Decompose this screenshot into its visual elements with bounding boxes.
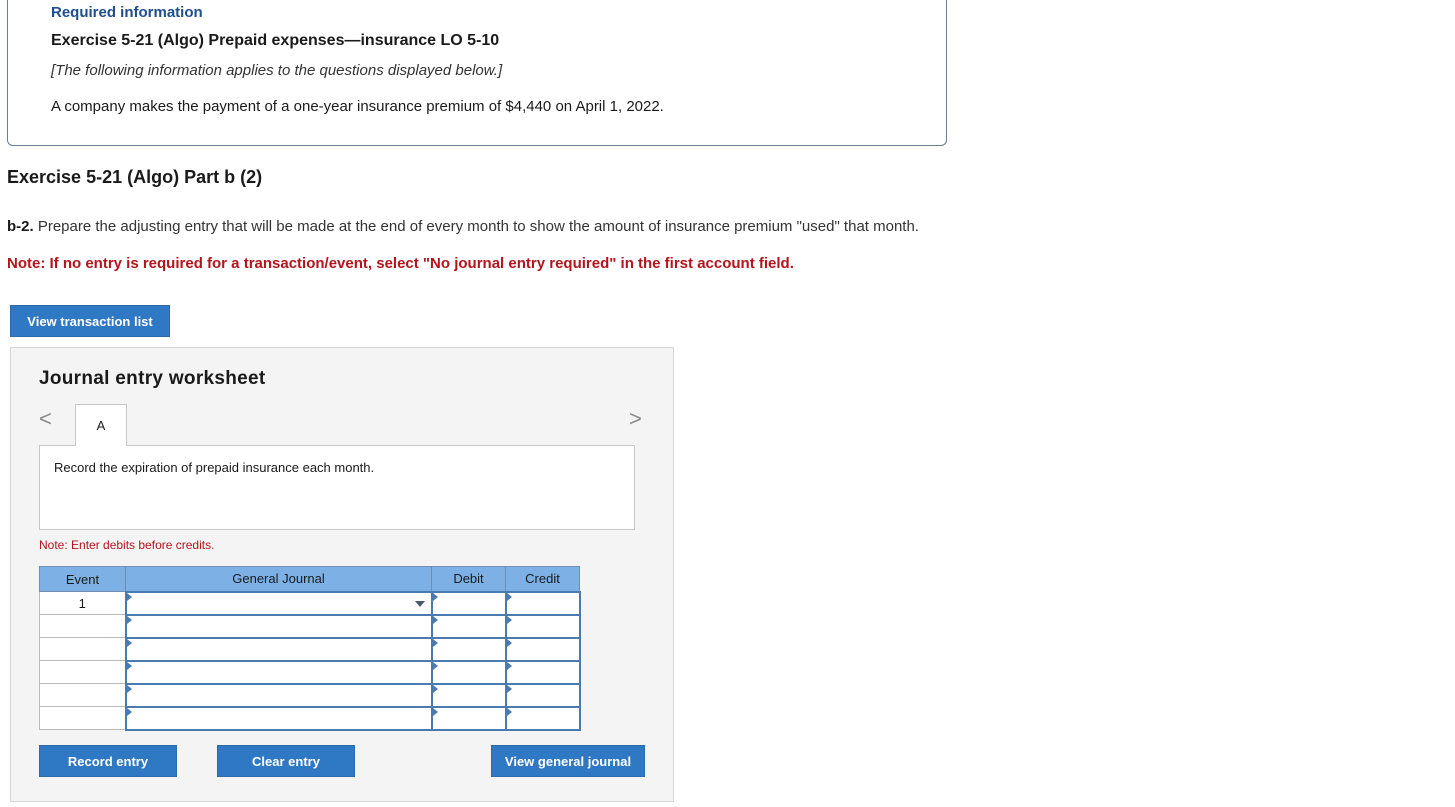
input-marker-icon — [432, 615, 438, 624]
credit-input[interactable] — [504, 590, 581, 616]
question-number: b-2. — [7, 218, 34, 235]
column-header-debit: Debit — [431, 566, 506, 592]
account-dropdown[interactable] — [124, 705, 433, 731]
debit-input[interactable] — [430, 636, 507, 662]
input-marker-icon — [506, 638, 512, 647]
record-entry-button[interactable]: Record entry — [39, 745, 177, 777]
account-dropdown[interactable] — [124, 613, 433, 639]
input-marker-icon — [432, 707, 438, 716]
required-information-box: Required information Exercise 5-21 (Algo… — [7, 0, 947, 146]
event-cell — [39, 637, 126, 661]
input-marker-icon — [126, 638, 132, 647]
table-row — [39, 705, 581, 731]
input-marker-icon — [432, 592, 438, 601]
debit-input[interactable] — [430, 682, 507, 708]
worksheet-note: Note: Enter debits before credits. — [39, 538, 215, 552]
view-general-journal-button[interactable]: View general journal — [491, 745, 645, 777]
input-marker-icon — [126, 592, 132, 601]
debit-input[interactable] — [430, 590, 507, 616]
event-cell — [39, 660, 126, 684]
event-cell — [39, 706, 126, 730]
journal-table-header: Event General Journal Debit Credit — [39, 566, 580, 592]
table-row: 1 — [39, 590, 581, 616]
question-note: Note: If no entry is required for a tran… — [7, 255, 794, 272]
input-marker-icon — [506, 684, 512, 693]
credit-input[interactable] — [504, 636, 581, 662]
column-header-general-journal: General Journal — [125, 566, 432, 592]
credit-input[interactable] — [504, 682, 581, 708]
chevron-down-icon[interactable] — [414, 600, 425, 607]
input-marker-icon — [432, 638, 438, 647]
tab-panel: Record the expiration of prepaid insuran… — [39, 445, 635, 530]
column-header-event: Event — [39, 566, 126, 592]
input-marker-icon — [126, 707, 132, 716]
debit-input[interactable] — [430, 613, 507, 639]
credit-input[interactable] — [504, 659, 581, 685]
input-marker-icon — [126, 684, 132, 693]
worksheet-title: Journal entry worksheet — [39, 368, 266, 389]
debit-input[interactable] — [430, 659, 507, 685]
input-marker-icon — [506, 592, 512, 601]
chevron-left-icon[interactable]: < — [39, 406, 52, 432]
table-row — [39, 613, 581, 639]
event-cell — [39, 614, 126, 638]
input-marker-icon — [432, 684, 438, 693]
chevron-right-icon[interactable]: > — [629, 406, 642, 432]
credit-input[interactable] — [504, 705, 581, 731]
account-dropdown[interactable] — [124, 636, 433, 662]
clear-entry-button[interactable]: Clear entry — [217, 745, 355, 777]
account-dropdown[interactable] — [124, 659, 433, 685]
part-title: Exercise 5-21 (Algo) Part b (2) — [7, 167, 263, 187]
account-dropdown[interactable] — [124, 682, 433, 708]
input-marker-icon — [126, 661, 132, 670]
event-cell: 1 — [39, 591, 126, 615]
input-marker-icon — [126, 615, 132, 624]
column-header-credit: Credit — [505, 566, 580, 592]
input-marker-icon — [506, 661, 512, 670]
input-marker-icon — [506, 707, 512, 716]
table-row — [39, 682, 581, 708]
question-text: b-2. Prepare the adjusting entry that wi… — [7, 218, 937, 236]
journal-table: Event General Journal Debit Credit 1 — [39, 566, 581, 731]
worksheet-instruction: Record the expiration of prepaid insuran… — [54, 460, 375, 475]
input-marker-icon — [432, 661, 438, 670]
event-cell — [39, 683, 126, 707]
applies-text: [The following information applies to th… — [51, 62, 503, 79]
exercise-title: Exercise 5-21 (Algo) Prepaid expenses—in… — [51, 32, 500, 49]
debit-input[interactable] — [430, 705, 507, 731]
journal-entry-worksheet: Journal entry worksheet < > A Record the… — [10, 347, 674, 802]
table-row — [39, 636, 581, 662]
tab-a[interactable]: A — [75, 404, 127, 446]
problem-statement: A company makes the payment of a one-yea… — [51, 98, 664, 115]
table-row — [39, 659, 581, 685]
question-body: Prepare the adjusting entry that will be… — [33, 218, 919, 235]
input-marker-icon — [506, 615, 512, 624]
required-information-label: Required information — [51, 4, 203, 21]
account-dropdown[interactable] — [124, 590, 433, 616]
view-transaction-list-button[interactable]: View transaction list — [10, 305, 170, 337]
credit-input[interactable] — [504, 613, 581, 639]
